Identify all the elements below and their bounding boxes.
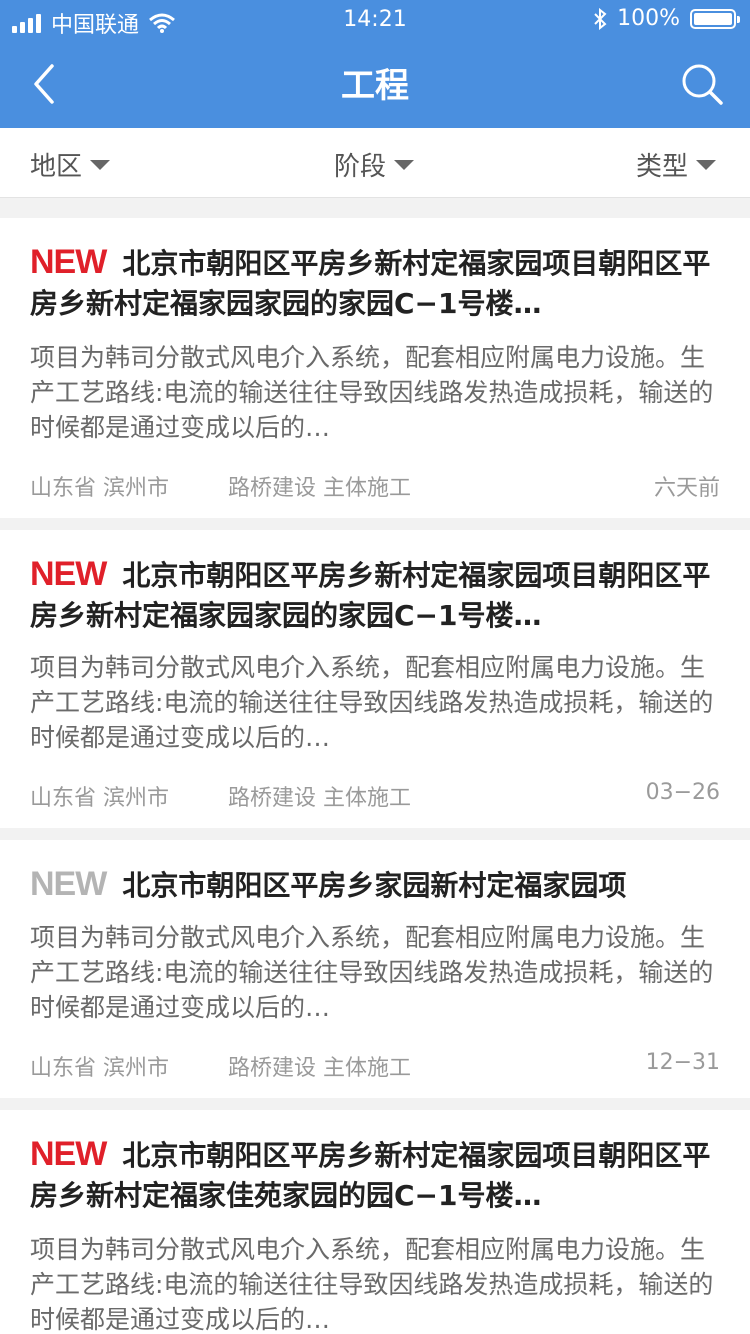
- new-badge: NEW: [30, 243, 107, 281]
- caret-down-icon: [696, 159, 717, 170]
- new-badge: NEW: [30, 555, 107, 593]
- project-region: 山东省 滨州市: [30, 476, 169, 501]
- filter-type[interactable]: 类型: [636, 146, 717, 183]
- project-desc: 项目为韩司分散式风电介入系统，配套相应附属电力设施。生产工艺路线:电流的输送往往…: [30, 923, 714, 1022]
- status-right: 100%: [593, 6, 740, 31]
- project-tags: 路桥建设 主体施工: [228, 476, 411, 501]
- project-desc: 项目为韩司分散式风电介入系统，配套相应附属电力设施。生产工艺路线:电流的输送往往…: [30, 653, 714, 752]
- new-badge: NEW: [30, 1135, 107, 1173]
- project-time: 六天前: [653, 476, 720, 501]
- project-card[interactable]: NEW 北京市朝阳区平房乡家园新村定福家园项 项目为韩司分散式风电介入系统，配套相…: [0, 840, 750, 1098]
- project-desc: 项目为韩司分散式风电介入系统，配套相应附属电力设施。生产工艺路线:电流的输送往往…: [30, 1235, 714, 1334]
- project-title-text: 北京市朝阳区平房乡新村定福家园项目朝阳区平房乡新村定福家园家园的家园C−1号楼…: [30, 247, 711, 320]
- filter-region-label: 地区: [30, 152, 83, 182]
- project-title-text: 北京市朝阳区平房乡家园新村定福家园项: [122, 869, 627, 902]
- project-card[interactable]: NEW 北京市朝阳区平房乡新村定福家园项目朝阳区平房乡新村定福家佳苑家园的园C−1…: [0, 1110, 750, 1334]
- project-region: 山东省 滨州市: [30, 786, 169, 811]
- caret-down-icon: [90, 159, 111, 170]
- project-time: 12−31: [645, 1050, 720, 1075]
- page-title: 工程: [341, 66, 409, 106]
- project-title: NEW 北京市朝阳区平房乡新村定福家园项目朝阳区平房乡新村定福家园家园的家园C−1…: [30, 242, 722, 322]
- project-title-text: 北京市朝阳区平房乡新村定福家园项目朝阳区平房乡新村定福家佳苑家园的园C−1号楼…: [30, 1139, 711, 1212]
- new-badge: NEW: [30, 865, 107, 903]
- top-bar: 中国联通 14:21 100% 工程: [0, 0, 750, 128]
- battery-percent: 100%: [617, 6, 680, 31]
- project-card[interactable]: NEW 北京市朝阳区平房乡新村定福家园项目朝阳区平房乡新村定福家园家园的家园C−1…: [0, 218, 750, 518]
- bluetooth-icon: [594, 7, 607, 30]
- project-time: 03−26: [645, 780, 720, 805]
- battery-icon: [690, 8, 740, 29]
- project-tags: 路桥建设 主体施工: [228, 1056, 411, 1081]
- nav-bar: 工程: [0, 40, 750, 128]
- filter-bar: 地区 阶段 类型: [0, 128, 750, 198]
- filter-stage[interactable]: 阶段: [334, 146, 415, 183]
- status-bar: 中国联通 14:21 100%: [0, 0, 750, 40]
- project-title: NEW 北京市朝阳区平房乡家园新村定福家园项: [30, 864, 722, 904]
- project-tags: 路桥建设 主体施工: [228, 786, 411, 811]
- project-region: 山东省 滨州市: [30, 1056, 169, 1081]
- project-title-text: 北京市朝阳区平房乡新村定福家园项目朝阳区平房乡新村定福家园家园的家园C−1号楼…: [30, 559, 711, 632]
- project-desc: 项目为韩司分散式风电介入系统，配套相应附属电力设施。生产工艺路线:电流的输送往往…: [30, 343, 714, 442]
- project-title: NEW 北京市朝阳区平房乡新村定福家园项目朝阳区平房乡新村定福家园家园的家园C−1…: [30, 554, 722, 634]
- filter-region[interactable]: 地区: [30, 146, 111, 183]
- filter-stage-label: 阶段: [334, 152, 387, 182]
- project-title: NEW 北京市朝阳区平房乡新村定福家园项目朝阳区平房乡新村定福家佳苑家园的园C−1…: [30, 1134, 722, 1214]
- filter-type-label: 类型: [636, 152, 689, 182]
- project-card[interactable]: NEW 北京市朝阳区平房乡新村定福家园项目朝阳区平房乡新村定福家园家园的家园C−1…: [0, 530, 750, 828]
- caret-down-icon: [394, 159, 415, 170]
- search-icon[interactable]: [680, 62, 724, 106]
